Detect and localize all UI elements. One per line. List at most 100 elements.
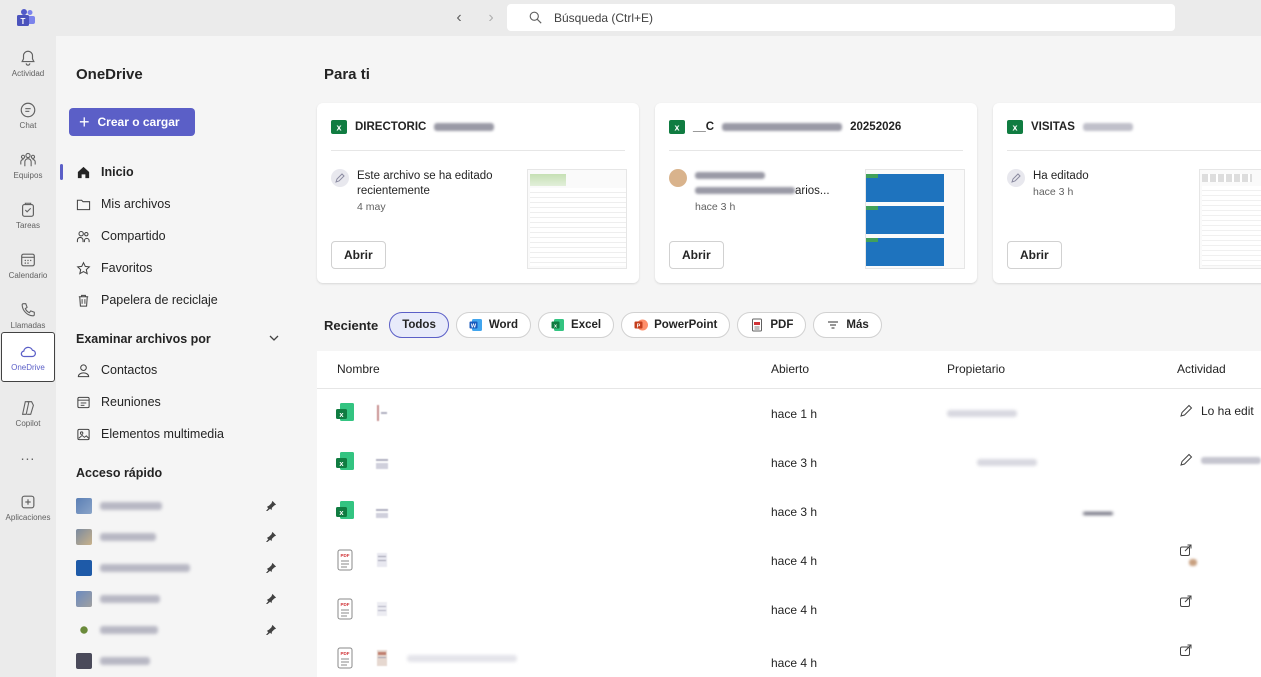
active-indicator — [60, 164, 63, 180]
share-icon — [1180, 644, 1192, 656]
rail-item-chat[interactable]: Chat — [0, 90, 56, 140]
open-button[interactable]: Abrir — [331, 241, 386, 269]
create-upload-button[interactable]: + Crear o cargar — [69, 108, 195, 136]
card-header: x DIRECTORIC — [331, 120, 625, 134]
people-icon — [76, 230, 90, 242]
rail-label: Aplicaciones — [5, 512, 51, 522]
svg-text:PDF: PDF — [341, 553, 350, 558]
pin-icon[interactable] — [266, 531, 277, 542]
quick-access-item[interactable] — [76, 588, 276, 610]
nav-item-inicio[interactable]: Inicio — [76, 160, 296, 184]
filter-mas[interactable]: Más — [813, 312, 882, 338]
browse-item-reuniones[interactable]: Reuniones — [76, 390, 296, 414]
file-thumbnail — [376, 509, 388, 518]
pdf-file-icon: PDF — [337, 549, 353, 571]
app-rail: Actividad Chat Equipos Tareas Calendario… — [0, 36, 56, 677]
item-thumbnail — [76, 529, 92, 545]
item-thumbnail — [76, 591, 92, 607]
card-file-name[interactable]: DIRECTORIC — [355, 121, 426, 133]
pdf-icon — [752, 318, 763, 332]
rail-item-onedrive[interactable]: OneDrive — [1, 332, 55, 382]
cloud-icon — [20, 346, 36, 357]
blurred-name — [100, 626, 158, 634]
pin-icon[interactable] — [266, 624, 277, 635]
table-row[interactable]: PDF hace 4 h — [317, 635, 1261, 677]
teams-logo-icon[interactable]: T — [16, 9, 36, 27]
rail-label: Copilot — [15, 418, 41, 428]
file-thumbnail — [377, 602, 387, 616]
browse-item-multimedia[interactable]: Elementos multimedia — [76, 422, 296, 446]
back-arrow-icon[interactable]: ‹ — [450, 9, 468, 27]
activity-cell — [1179, 453, 1261, 467]
quick-access-item[interactable] — [76, 619, 276, 641]
filter-label: PDF — [770, 319, 794, 331]
filter-powerpoint[interactable]: P PowerPoint — [621, 312, 731, 338]
card-file-name[interactable]: VISITAS — [1031, 121, 1075, 133]
nav-label: Compartido — [101, 229, 166, 243]
browse-section-title[interactable]: Examinar archivos por — [76, 332, 211, 346]
filter-word[interactable]: W Word — [455, 312, 532, 338]
nav-item-mis-archivos[interactable]: Mis archivos — [76, 192, 296, 216]
rail-item-actividad[interactable]: Actividad — [0, 38, 56, 88]
search-input[interactable] — [554, 10, 954, 25]
column-header-opened[interactable]: Abierto — [771, 362, 809, 376]
table-row[interactable]: x hace 3 h — [317, 439, 1261, 488]
opened-time: hace 4 h — [771, 656, 818, 670]
trash-icon — [78, 294, 89, 307]
filter-excel[interactable]: x Excel — [538, 312, 615, 338]
rail-item-more[interactable]: ... — [0, 430, 56, 480]
more-icon: ... — [20, 447, 36, 463]
rail-label: Llamadas — [10, 320, 46, 330]
quick-access-item[interactable] — [76, 495, 276, 517]
table-row[interactable]: PDF hace 4 h — [317, 586, 1261, 635]
pin-icon[interactable] — [266, 500, 277, 511]
quick-access-item[interactable] — [76, 557, 276, 579]
share-icon — [1180, 595, 1192, 607]
open-button[interactable]: Abrir — [1007, 241, 1062, 269]
share-icon — [1180, 544, 1192, 556]
table-row[interactable]: PDF hace 4 h — [317, 537, 1261, 586]
quick-access-item[interactable] — [76, 650, 276, 672]
activity-cell: Lo ha edit — [1179, 404, 1254, 418]
rail-label: Actividad — [11, 68, 45, 78]
column-header-name[interactable]: Nombre — [337, 362, 380, 376]
column-header-owner[interactable]: Propietario — [947, 362, 1005, 376]
blurred-text — [434, 123, 495, 131]
svg-text:P: P — [637, 323, 641, 329]
browse-label: Contactos — [101, 363, 158, 377]
rail-item-equipos[interactable]: Equipos — [0, 140, 56, 190]
rail-item-aplicaciones[interactable]: Aplicaciones — [0, 482, 56, 532]
filter-pdf[interactable]: PDF — [737, 312, 807, 338]
open-button[interactable]: Abrir — [669, 241, 724, 269]
rail-item-calendario[interactable]: Calendario — [0, 240, 56, 290]
svg-text:W: W — [471, 323, 477, 329]
recommended-file-card[interactable]: x __C 20252026 arios... hace 3 h Abrir — [655, 103, 977, 283]
card-header: x __C 20252026 — [669, 120, 963, 134]
file-thumbnail — [376, 459, 388, 469]
browse-item-contactos[interactable]: Contactos — [76, 358, 296, 382]
quick-access-item[interactable] — [76, 526, 276, 548]
recommended-file-card[interactable]: x DIRECTORIC Este archivo se ha editado … — [317, 103, 639, 283]
filter-label: Más — [846, 319, 869, 331]
rail-item-tareas[interactable]: Tareas — [0, 190, 56, 240]
table-row[interactable]: x hace 1 h Lo ha edit — [317, 390, 1261, 439]
activity-cell — [1179, 643, 1193, 657]
blurred-text — [1189, 559, 1197, 566]
chevron-down-icon[interactable] — [268, 332, 280, 344]
nav-item-compartido[interactable]: Compartido — [76, 224, 296, 248]
filter-todos[interactable]: Todos — [389, 312, 449, 338]
nav-item-favoritos[interactable]: Favoritos — [76, 256, 296, 280]
column-header-activity[interactable]: Actividad — [1177, 362, 1226, 376]
pin-icon[interactable] — [266, 562, 277, 573]
forward-arrow-icon[interactable]: › — [482, 9, 500, 27]
card-file-name[interactable]: __C — [693, 121, 714, 133]
nav-item-papelera[interactable]: Papelera de reciclaje — [76, 288, 296, 312]
svg-text:x: x — [674, 123, 679, 133]
search-box[interactable] — [507, 4, 1175, 31]
bell-icon — [21, 50, 35, 66]
pin-icon[interactable] — [266, 593, 277, 604]
table-row[interactable]: x hace 3 h — [317, 488, 1261, 537]
recommended-file-card[interactable]: x VISITAS Ha editado hace 3 h Abrir — [993, 103, 1261, 283]
card-activity: Este archivo se ha editado recientemente… — [331, 169, 521, 213]
edit-icon — [331, 169, 349, 187]
